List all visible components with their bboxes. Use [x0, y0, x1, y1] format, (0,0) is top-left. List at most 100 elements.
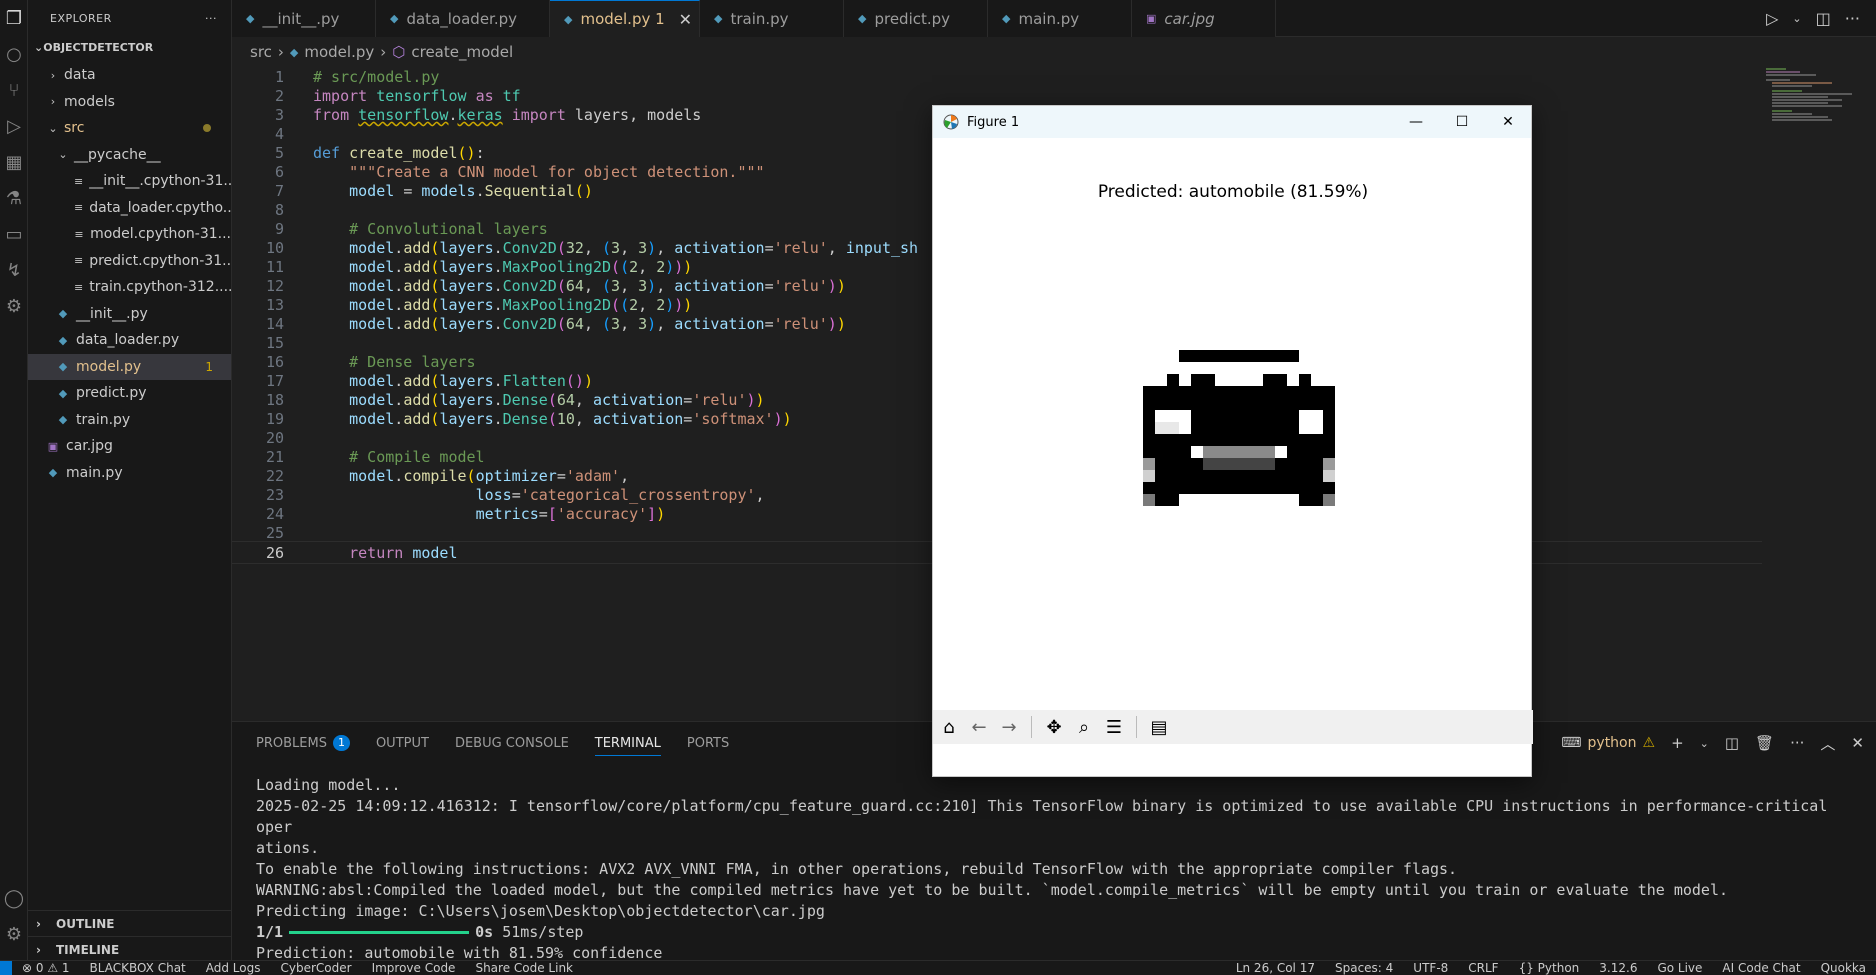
breadcrumb-symbol[interactable]: create_model	[411, 43, 513, 61]
breadcrumb-file[interactable]: model.py	[304, 43, 374, 61]
status-encoding[interactable]: UTF-8	[1403, 961, 1458, 975]
chevron-down-icon[interactable]: ⌄	[1700, 737, 1709, 750]
tree-file-car-jpg[interactable]: ▣ car.jpg	[28, 433, 231, 460]
tab-label: PORTS	[686, 735, 730, 751]
tree-file-init-py[interactable]: ◆ __init__.py	[28, 301, 231, 328]
back-arrow-icon[interactable]: ←	[967, 715, 991, 739]
tab-init-py[interactable]: ◆ __init__.py	[232, 0, 376, 37]
extension-gear-icon[interactable]: ⚙	[0, 288, 28, 324]
status-indentation[interactable]: Spaces: 4	[1325, 961, 1403, 975]
tab-ports[interactable]: PORTS	[687, 722, 729, 764]
split-terminal-icon[interactable]: ◫	[1725, 734, 1739, 752]
tree-file-train-py[interactable]: ◆ train.py	[28, 407, 231, 434]
tree-folder-models[interactable]: › models	[28, 89, 231, 116]
more-actions-icon[interactable]: ···	[1790, 734, 1804, 752]
activity-bar: ❐ ○ ⑂ ▷ ▦ ⚗ ▭ ↯ ⚙ ◯ ⚙	[0, 0, 28, 960]
remote-indicator[interactable]	[0, 961, 12, 975]
status-add-logs[interactable]: Add Logs	[196, 961, 271, 975]
run-debug-icon[interactable]: ▷	[0, 108, 28, 144]
status-python-version[interactable]: 3.12.6	[1589, 961, 1647, 975]
testing-icon[interactable]: ⚗	[0, 180, 28, 216]
terminal-output[interactable]: Loading model... 2025-02-25 14:09:12.4163…	[256, 775, 1868, 975]
more-actions-icon[interactable]: ···	[1845, 9, 1860, 28]
maximize-icon[interactable]: ☐	[1439, 106, 1485, 138]
configure-subplots-icon[interactable]: ☰	[1102, 715, 1126, 739]
terminal-line: Loading model...	[256, 776, 401, 794]
tree-file-main-py[interactable]: ◆ main.py	[28, 460, 231, 487]
status-cursor-position[interactable]: Ln 26, Col 17	[1226, 961, 1325, 975]
tree-file-predict-pyc[interactable]: ≡ predict.cpython-31...	[28, 248, 231, 275]
tree-folder-src[interactable]: ⌄ src	[28, 115, 231, 142]
python-file-icon: ◆	[246, 12, 255, 25]
source-control-icon[interactable]: ⑂	[0, 72, 28, 108]
status-blackbox-chat[interactable]: BLACKBOX Chat	[80, 961, 196, 975]
tree-file-model-pyc[interactable]: ≡ model.cpython-31...	[28, 221, 231, 248]
trash-icon[interactable]: 🗑	[1755, 734, 1774, 752]
tab-train-py[interactable]: ◆ train.py	[700, 0, 844, 37]
search-icon[interactable]: ○	[0, 36, 28, 72]
zoom-magnifier-icon[interactable]: ⌕	[1072, 715, 1096, 739]
outline-section[interactable]: › OUTLINE	[28, 910, 232, 936]
account-icon[interactable]: ◯	[0, 880, 28, 916]
blackbox-icon[interactable]: ↯	[0, 252, 28, 288]
tree-label: car.jpg	[66, 438, 113, 455]
tree-label: predict.cpython-31...	[89, 252, 231, 269]
status-share-code-link[interactable]: Share Code Link	[465, 961, 583, 975]
tab-data-loader-py[interactable]: ◆ data_loader.py	[376, 0, 550, 37]
tree-file-init-pyc[interactable]: ≡ __init__.cpython-31...	[28, 168, 231, 195]
terminal-selector[interactable]: ⌨ python ⚠	[1561, 735, 1655, 751]
tab-debug-console[interactable]: DEBUG CONSOLE	[455, 722, 569, 764]
tab-label: DEBUG CONSOLE	[454, 735, 569, 751]
figure-title-bar[interactable]: Figure 1 — ☐ ✕	[933, 106, 1531, 138]
explorer-icon[interactable]: ❐	[0, 0, 28, 36]
maximize-panel-icon[interactable]: ︿	[1820, 733, 1835, 754]
close-icon[interactable]: ✕	[1485, 106, 1531, 138]
tree-label: models	[64, 93, 115, 110]
workspace-root[interactable]: ⌄ OBJECTDETECTOR	[28, 36, 231, 58]
minimap[interactable]	[1766, 66, 1866, 126]
new-terminal-icon[interactable]: +	[1671, 734, 1684, 752]
tree-file-model-py[interactable]: ◆ model.py 1	[28, 353, 231, 380]
status-ai-code-chat[interactable]: AI Code Chat	[1712, 961, 1810, 975]
tab-main-py[interactable]: ◆ main.py	[988, 0, 1132, 37]
tree-file-train-pyc[interactable]: ≡ train.cpython-312....	[28, 274, 231, 301]
manage-gear-icon[interactable]: ⚙	[0, 916, 28, 952]
tab-problems[interactable]: PROBLEMS 1	[256, 722, 350, 764]
tree-folder-data[interactable]: › data	[28, 62, 231, 89]
forward-arrow-icon[interactable]: →	[997, 715, 1021, 739]
tree-folder-pycache[interactable]: ⌄ __pycache__	[28, 142, 231, 169]
status-quokka[interactable]: Quokka	[1811, 961, 1876, 975]
close-icon[interactable]: ✕	[679, 10, 692, 29]
problems-status[interactable]: ⊗ 0 ⚠ 1	[12, 961, 80, 975]
save-floppy-icon[interactable]: ▤	[1147, 715, 1171, 739]
status-go-live[interactable]: Go Live	[1647, 961, 1712, 975]
tab-terminal[interactable]: TERMINAL	[594, 722, 662, 764]
split-editor-icon[interactable]: ◫	[1816, 9, 1831, 28]
tree-file-data-loader-pyc[interactable]: ≡ data_loader.cpytho...	[28, 195, 231, 222]
pan-icon[interactable]: ✥	[1042, 715, 1066, 739]
remote-explorer-icon[interactable]: ▭	[0, 216, 28, 252]
more-actions-icon[interactable]: ···	[205, 12, 217, 25]
tab-output[interactable]: OUTPUT	[376, 722, 429, 764]
minimize-icon[interactable]: —	[1393, 106, 1439, 138]
close-panel-icon[interactable]: ✕	[1851, 734, 1864, 752]
chevron-down-icon[interactable]: ⌄	[1792, 12, 1801, 25]
matplotlib-logo-icon	[943, 114, 959, 130]
tree-label: data_loader.cpytho...	[89, 199, 231, 216]
breadcrumb-folder[interactable]: src	[250, 43, 272, 61]
status-cybercoder[interactable]: CyberCoder	[270, 961, 361, 975]
tree-file-data-loader-py[interactable]: ◆ data_loader.py	[28, 327, 231, 354]
run-icon[interactable]: ▷	[1766, 9, 1778, 28]
home-icon[interactable]: ⌂	[937, 715, 961, 739]
status-language[interactable]: {} Python	[1509, 961, 1590, 975]
tab-predict-py[interactable]: ◆ predict.py	[844, 0, 988, 37]
tab-model-py[interactable]: ◆ model.py 1 ✕	[550, 0, 700, 37]
tab-car-jpg[interactable]: ▣ car.jpg	[1132, 0, 1276, 37]
figure-canvas[interactable]: Predicted: automobile (81.59%) ⌂ ← → ✥ ⌕…	[933, 138, 1533, 744]
status-eol[interactable]: CRLF	[1458, 961, 1508, 975]
status-improve-code[interactable]: Improve Code	[362, 961, 466, 975]
tree-file-predict-py[interactable]: ◆ predict.py	[28, 380, 231, 407]
symbol-method-icon: ⬡	[392, 43, 406, 61]
timeline-section[interactable]: › TIMELINE	[28, 936, 232, 962]
extensions-icon[interactable]: ▦	[0, 144, 28, 180]
